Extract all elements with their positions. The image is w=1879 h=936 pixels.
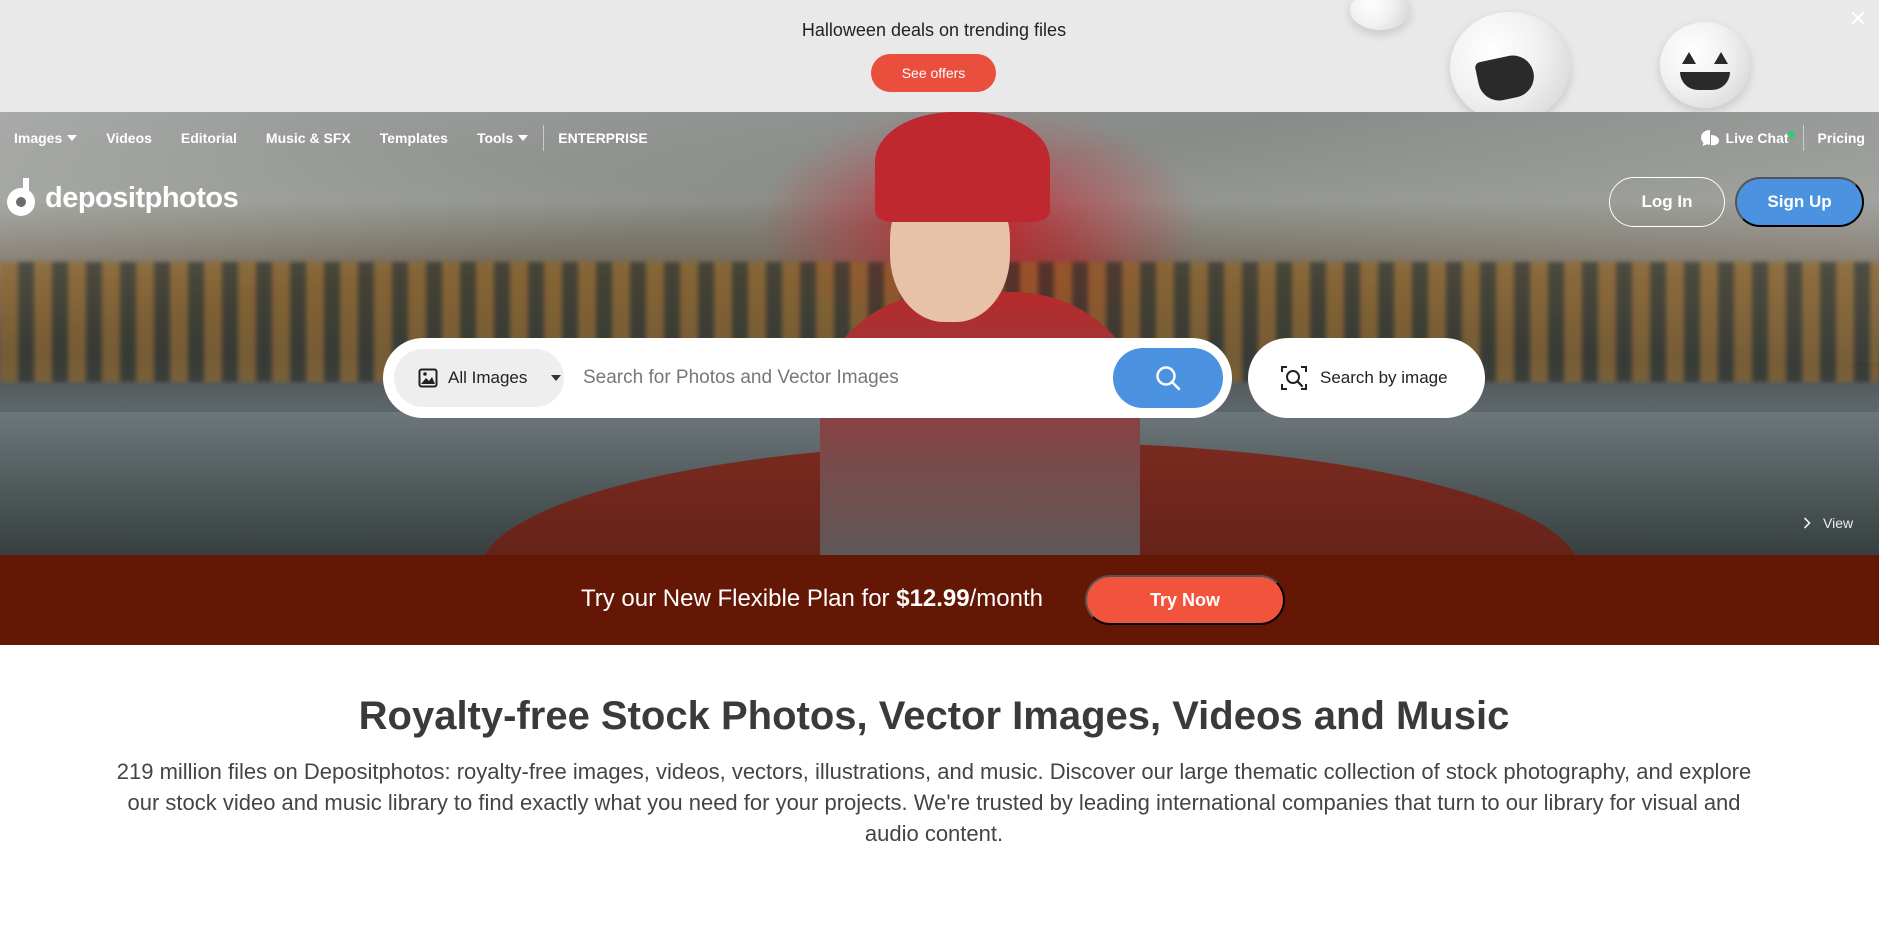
- pumpkin-decoration: [1660, 22, 1750, 108]
- nav-item-label: Images: [14, 130, 63, 146]
- plan-text: Try our New Flexible Plan for $12.99/mon…: [581, 585, 1043, 613]
- nav-item-images[interactable]: Images: [14, 130, 78, 146]
- plan-text-after: /month: [969, 585, 1043, 612]
- intro-paragraph: 219 million files on Depositphotos: roya…: [116, 759, 1752, 846]
- see-offers-button[interactable]: See offers: [871, 54, 996, 92]
- image-search-icon: [1281, 366, 1307, 390]
- caret-down-icon: [67, 135, 78, 141]
- search-button[interactable]: [1113, 348, 1223, 408]
- search-by-image-button[interactable]: Search by image: [1248, 338, 1485, 418]
- signup-button[interactable]: Sign Up: [1735, 177, 1864, 227]
- nav-item-label: Templates: [379, 130, 448, 146]
- try-now-button[interactable]: Try Now: [1085, 575, 1285, 625]
- close-icon[interactable]: ✕: [1847, 8, 1869, 30]
- hero-person-body: [820, 292, 1140, 555]
- hero-image: [0, 112, 1879, 555]
- nav-item-videos[interactable]: Videos: [106, 130, 152, 146]
- hero-person-hat: [875, 112, 1050, 222]
- nav-right: Live Chat Pricing: [1700, 124, 1865, 152]
- search-category-label: All Images: [448, 368, 528, 387]
- pumpkin-decoration: [1450, 12, 1570, 112]
- nav-item-label: Tools: [476, 130, 514, 146]
- caret-down-icon: [551, 375, 562, 381]
- view-photo-link[interactable]: View: [1803, 515, 1853, 531]
- search-by-image-label: Search by image: [1320, 368, 1448, 387]
- page-title: Royalty-free Stock Photos, Vector Images…: [358, 694, 1510, 738]
- logo[interactable]: depositphotos: [5, 178, 239, 218]
- live-chat-label: Live Chat: [1725, 130, 1789, 146]
- nav-item-templates[interactable]: Templates: [380, 130, 448, 146]
- search-category-select[interactable]: All Images: [394, 349, 564, 407]
- search-icon: [1156, 366, 1181, 391]
- online-status-dot: [1787, 131, 1795, 138]
- nav-item-enterprise[interactable]: ENTERPRISE: [558, 130, 647, 146]
- nav-item-music-sfx[interactable]: Music & SFX: [266, 130, 351, 146]
- nav-item-label: Editorial: [180, 130, 237, 146]
- nav-item-label: Videos: [106, 130, 152, 146]
- view-link-label: View: [1823, 515, 1854, 531]
- search-bar: All Images: [383, 338, 1232, 418]
- plan-price: $12.99: [896, 585, 970, 612]
- search-input[interactable]: [583, 358, 1083, 398]
- login-button[interactable]: Log In: [1609, 177, 1725, 227]
- chat-bubble-icon: [1700, 130, 1719, 146]
- pricing-link[interactable]: Pricing: [1818, 130, 1865, 146]
- live-chat-link[interactable]: Live Chat: [1700, 129, 1803, 147]
- nav-divider: [1802, 125, 1804, 151]
- main-nav: Images Videos Editorial Music & SFX Temp…: [0, 124, 677, 152]
- nav-divider: [543, 125, 545, 151]
- promo-title: Halloween deals on trending files: [801, 20, 1067, 40]
- logo-icon: [7, 178, 35, 216]
- caret-down-icon: [518, 135, 529, 141]
- nav-item-editorial[interactable]: Editorial: [181, 130, 237, 146]
- flexible-plan-banner: Try our New Flexible Plan for $12.99/mon…: [0, 555, 1879, 645]
- promo-banner: Halloween deals on trending files See of…: [0, 0, 1879, 112]
- nav-item-label: Music & SFX: [265, 130, 351, 146]
- logo-text: depositphotos: [45, 181, 239, 214]
- nav-item-tools[interactable]: Tools: [476, 130, 529, 146]
- image-icon: [418, 368, 438, 388]
- chevron-right-icon: [1803, 517, 1811, 529]
- plan-text-before: Try our New Flexible Plan for: [581, 585, 897, 612]
